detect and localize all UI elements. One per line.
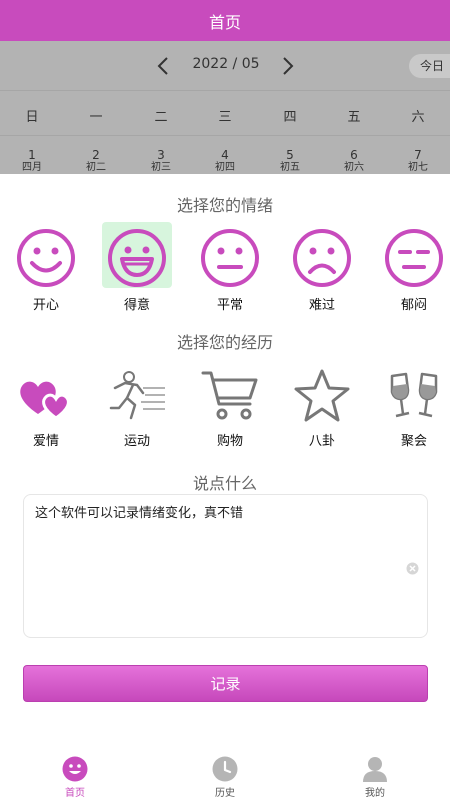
tab-mine[interactable]: 我的: [345, 756, 405, 799]
divider: [0, 135, 450, 136]
calendar-day[interactable]: 6 初六: [334, 149, 374, 174]
mood-entry-sheet: 选择您的情绪 开心 得意 平常 难过 郁闷 选择您的经历 爱情 运动 购物 八卦…: [0, 174, 450, 744]
calendar-day[interactable]: 2 初二: [76, 149, 116, 174]
weekday-label: 五: [347, 110, 361, 125]
calendar-month: 2022 / 05: [192, 56, 260, 72]
calendar-nav: 2022 / 05 今日: [0, 41, 450, 91]
experience-label: 八卦: [308, 434, 335, 449]
lunar-date: 初六: [344, 162, 364, 173]
grin-face-icon: [108, 229, 166, 287]
neutral-face-icon: [201, 229, 259, 287]
mood-label: 开心: [32, 298, 59, 313]
cart-icon: [201, 371, 258, 420]
experience-label: 购物: [216, 434, 243, 449]
weekday-label: 三: [218, 110, 232, 125]
chevron-left-icon[interactable]: [149, 51, 179, 81]
happy-face-icon: [17, 229, 75, 287]
day-number: 6: [350, 148, 358, 162]
record-button[interactable]: 记录: [23, 665, 428, 702]
mood-section-title: 选择您的情绪: [176, 196, 273, 215]
chevron-right-icon[interactable]: [272, 51, 302, 81]
divider: [0, 90, 450, 91]
lunar-date: 四月: [22, 162, 42, 173]
mood-option-normal[interactable]: 平常: [194, 224, 266, 314]
note-textarea[interactable]: 这个软件可以记录情绪变化，真不错: [23, 494, 428, 638]
app-bar: 首页: [0, 0, 450, 41]
today-button[interactable]: 今日: [409, 54, 450, 78]
lunar-date: 初二: [86, 162, 106, 173]
mood-label: 得意: [123, 298, 150, 313]
day-number: 1: [28, 148, 36, 162]
mood-option-proud[interactable]: 得意: [101, 222, 173, 314]
experience-option-sport[interactable]: 运动: [101, 368, 173, 458]
experience-option-party[interactable]: 聚会: [378, 368, 450, 458]
mood-label: 平常: [216, 298, 243, 313]
mood-label: 郁闷: [400, 298, 427, 313]
calendar: 2022 / 05 今日 日 一 二 三 四 五 六 1 四月 2 初二 3 初三 4…: [0, 41, 450, 174]
sad-face-icon: [293, 229, 351, 287]
tab-label: 我的: [365, 788, 385, 799]
calendar-day[interactable]: 3 初三: [141, 149, 181, 174]
smile-icon: [62, 756, 88, 782]
clear-icon[interactable]: [406, 562, 419, 575]
day-number: 5: [286, 148, 294, 162]
runner-icon: [109, 371, 165, 420]
bottom-tab-bar: 首页 历史 我的: [0, 744, 450, 800]
tab-home[interactable]: 首页: [45, 756, 105, 799]
champagne-icon: [390, 372, 438, 418]
day-number: 7: [414, 148, 422, 162]
note-text: 这个软件可以记录情绪变化，真不错: [35, 506, 244, 521]
experience-section-title: 选择您的经历: [176, 333, 273, 352]
weekday-label: 二: [154, 110, 168, 125]
depressed-face-icon: [385, 229, 443, 287]
mood-option-sad[interactable]: 难过: [286, 224, 358, 314]
star-icon: [294, 369, 350, 422]
calendar-day[interactable]: 5 初五: [270, 149, 310, 174]
lunar-date: 初五: [280, 162, 300, 173]
day-number: 4: [221, 148, 229, 162]
calendar-day[interactable]: 7 初七: [398, 149, 438, 174]
calendar-day[interactable]: 1 四月: [12, 149, 52, 174]
day-number: 3: [157, 148, 165, 162]
day-number: 2: [92, 148, 100, 162]
experience-option-shopping[interactable]: 购物: [194, 368, 266, 458]
experience-option-gossip[interactable]: 八卦: [286, 368, 358, 458]
note-section-title: 说点什么: [192, 474, 257, 493]
calendar-day[interactable]: 4 初四: [205, 149, 245, 174]
experience-label: 爱情: [32, 434, 59, 449]
experience-label: 聚会: [400, 434, 427, 449]
mood-option-gloomy[interactable]: 郁闷: [378, 224, 450, 314]
experience-label: 运动: [123, 434, 150, 449]
weekday-label: 四: [283, 110, 297, 125]
weekday-label: 日: [25, 110, 39, 125]
lunar-date: 初四: [215, 162, 235, 173]
clock-icon: [212, 756, 238, 782]
lunar-date: 初七: [408, 162, 428, 173]
tab-label: 首页: [65, 788, 85, 799]
experience-option-love[interactable]: 爱情: [10, 368, 82, 458]
page-title: 首页: [208, 12, 241, 32]
mood-label: 难过: [308, 298, 335, 313]
hearts-icon: [20, 381, 70, 420]
mood-option-happy[interactable]: 开心: [10, 224, 82, 314]
user-icon: [363, 757, 387, 782]
tab-label: 历史: [215, 788, 235, 799]
weekday-label: 一: [89, 110, 103, 125]
weekday-label: 六: [411, 110, 425, 125]
tab-history[interactable]: 历史: [195, 756, 255, 799]
lunar-date: 初三: [151, 162, 171, 173]
